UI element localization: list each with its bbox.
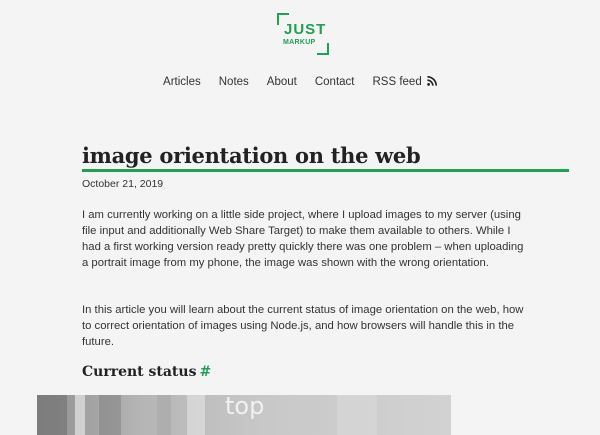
article-date: October 21, 2019: [82, 178, 164, 190]
nav-contact-link[interactable]: Contact: [315, 76, 355, 88]
article-image: top: [37, 395, 451, 435]
nav-rss-label: RSS feed: [372, 76, 422, 88]
nav-about-link[interactable]: About: [267, 76, 297, 88]
logo-text-markup: MARKUP: [283, 39, 316, 46]
article-paragraph-1: I am currently working on a little side …: [82, 209, 524, 269]
article-paragraph-2: In this article you will learn about the…: [82, 304, 524, 348]
section-heading-text: Current status: [82, 364, 197, 380]
logo-text-just: JUST: [284, 21, 327, 38]
main-nav: Articles Notes About Contact RSS feed: [0, 76, 600, 88]
section-heading-current-status: Current status #: [82, 364, 211, 380]
image-label-top: top: [225, 395, 265, 420]
article-title: image orientation on the web: [82, 143, 421, 168]
site-logo[interactable]: JUST MARKUP: [277, 13, 329, 55]
logo-corner-bottom-right: [317, 43, 329, 55]
nav-articles-link[interactable]: Articles: [163, 76, 201, 88]
rss-icon: [427, 76, 437, 86]
nav-rss-link[interactable]: RSS feed: [373, 76, 437, 88]
title-underline: [82, 169, 569, 172]
nav-notes-link[interactable]: Notes: [219, 76, 249, 88]
section-anchor-link[interactable]: #: [199, 364, 211, 380]
